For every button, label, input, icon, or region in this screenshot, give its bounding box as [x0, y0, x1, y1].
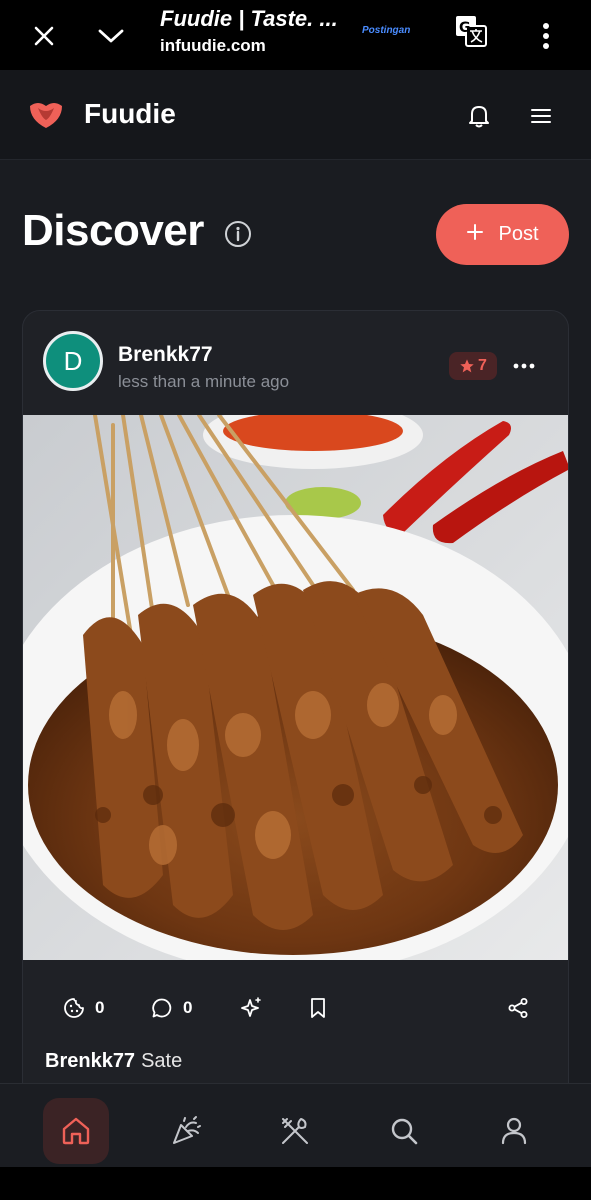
post-timestamp: less than a minute ago: [118, 372, 290, 391]
plus-icon: [466, 223, 484, 247]
system-navigation-bar: [0, 1167, 591, 1200]
sparkle-button[interactable]: [240, 991, 264, 1025]
post-caption: Brenkk77 Sate: [45, 1050, 182, 1073]
cookie-reaction[interactable]: 0: [63, 991, 104, 1025]
home-icon: [62, 1117, 90, 1145]
close-icon[interactable]: [22, 14, 66, 58]
browser-toolbar: Fuudie | Taste. ... infuudie.com Posting…: [0, 0, 591, 70]
logo-icon[interactable]: [28, 98, 64, 130]
new-post-button[interactable]: Post: [436, 204, 569, 265]
caption-username[interactable]: Brenkk77: [45, 1050, 135, 1072]
nav-food[interactable]: [262, 1098, 328, 1164]
user-icon: [501, 1117, 527, 1145]
share-icon: [508, 998, 528, 1018]
comment-count: 0: [183, 998, 193, 1017]
browser-url[interactable]: infuudie.com: [160, 36, 266, 56]
bookmark-button[interactable]: [309, 991, 327, 1025]
translate-icon[interactable]: G: [455, 15, 487, 47]
star-icon: [460, 359, 474, 373]
more-horizontal-icon[interactable]: [511, 353, 537, 379]
post-card: D Brenkk77 less than a minute ago 7 0 0 …: [22, 310, 569, 1110]
browser-page-title[interactable]: Fuudie | Taste. ...: [160, 6, 338, 32]
sparkles-icon: [241, 997, 261, 1017]
rating-badge[interactable]: 7: [449, 352, 497, 380]
bottom-nav: [0, 1083, 591, 1167]
more-vertical-icon[interactable]: [524, 14, 568, 58]
svg-text:G: G: [459, 20, 471, 36]
post-actions: 0 0: [23, 991, 568, 1025]
info-icon[interactable]: [224, 220, 252, 248]
party-icon: [173, 1116, 201, 1144]
rating-value: 7: [478, 357, 487, 374]
avatar[interactable]: D: [43, 331, 103, 391]
nav-profile[interactable]: [481, 1098, 547, 1164]
share-button[interactable]: [507, 991, 529, 1025]
post-username[interactable]: Brenkk77: [118, 343, 213, 367]
cookie-count: 0: [95, 998, 105, 1017]
page-title: Discover: [22, 206, 204, 255]
search-icon: [391, 1118, 418, 1145]
app-header: Fuudie: [0, 70, 591, 160]
menu-icon[interactable]: [521, 96, 561, 136]
cookie-icon: [64, 998, 84, 1018]
caption-text: Sate: [141, 1050, 183, 1072]
bell-icon[interactable]: [459, 96, 499, 136]
brand-name[interactable]: Fuudie: [84, 98, 176, 130]
nav-home[interactable]: [43, 1098, 109, 1164]
nav-party[interactable]: [153, 1098, 219, 1164]
browser-badge: Postingan: [362, 25, 411, 36]
nav-search[interactable]: [371, 1098, 437, 1164]
utensils-icon: [282, 1118, 308, 1144]
food-photo[interactable]: [23, 415, 569, 960]
bookmark-icon: [311, 998, 325, 1018]
comment-icon: [152, 998, 172, 1018]
post-button-label: Post: [498, 223, 539, 245]
comment-button[interactable]: 0: [151, 991, 192, 1025]
chevron-down-icon[interactable]: [89, 14, 133, 58]
